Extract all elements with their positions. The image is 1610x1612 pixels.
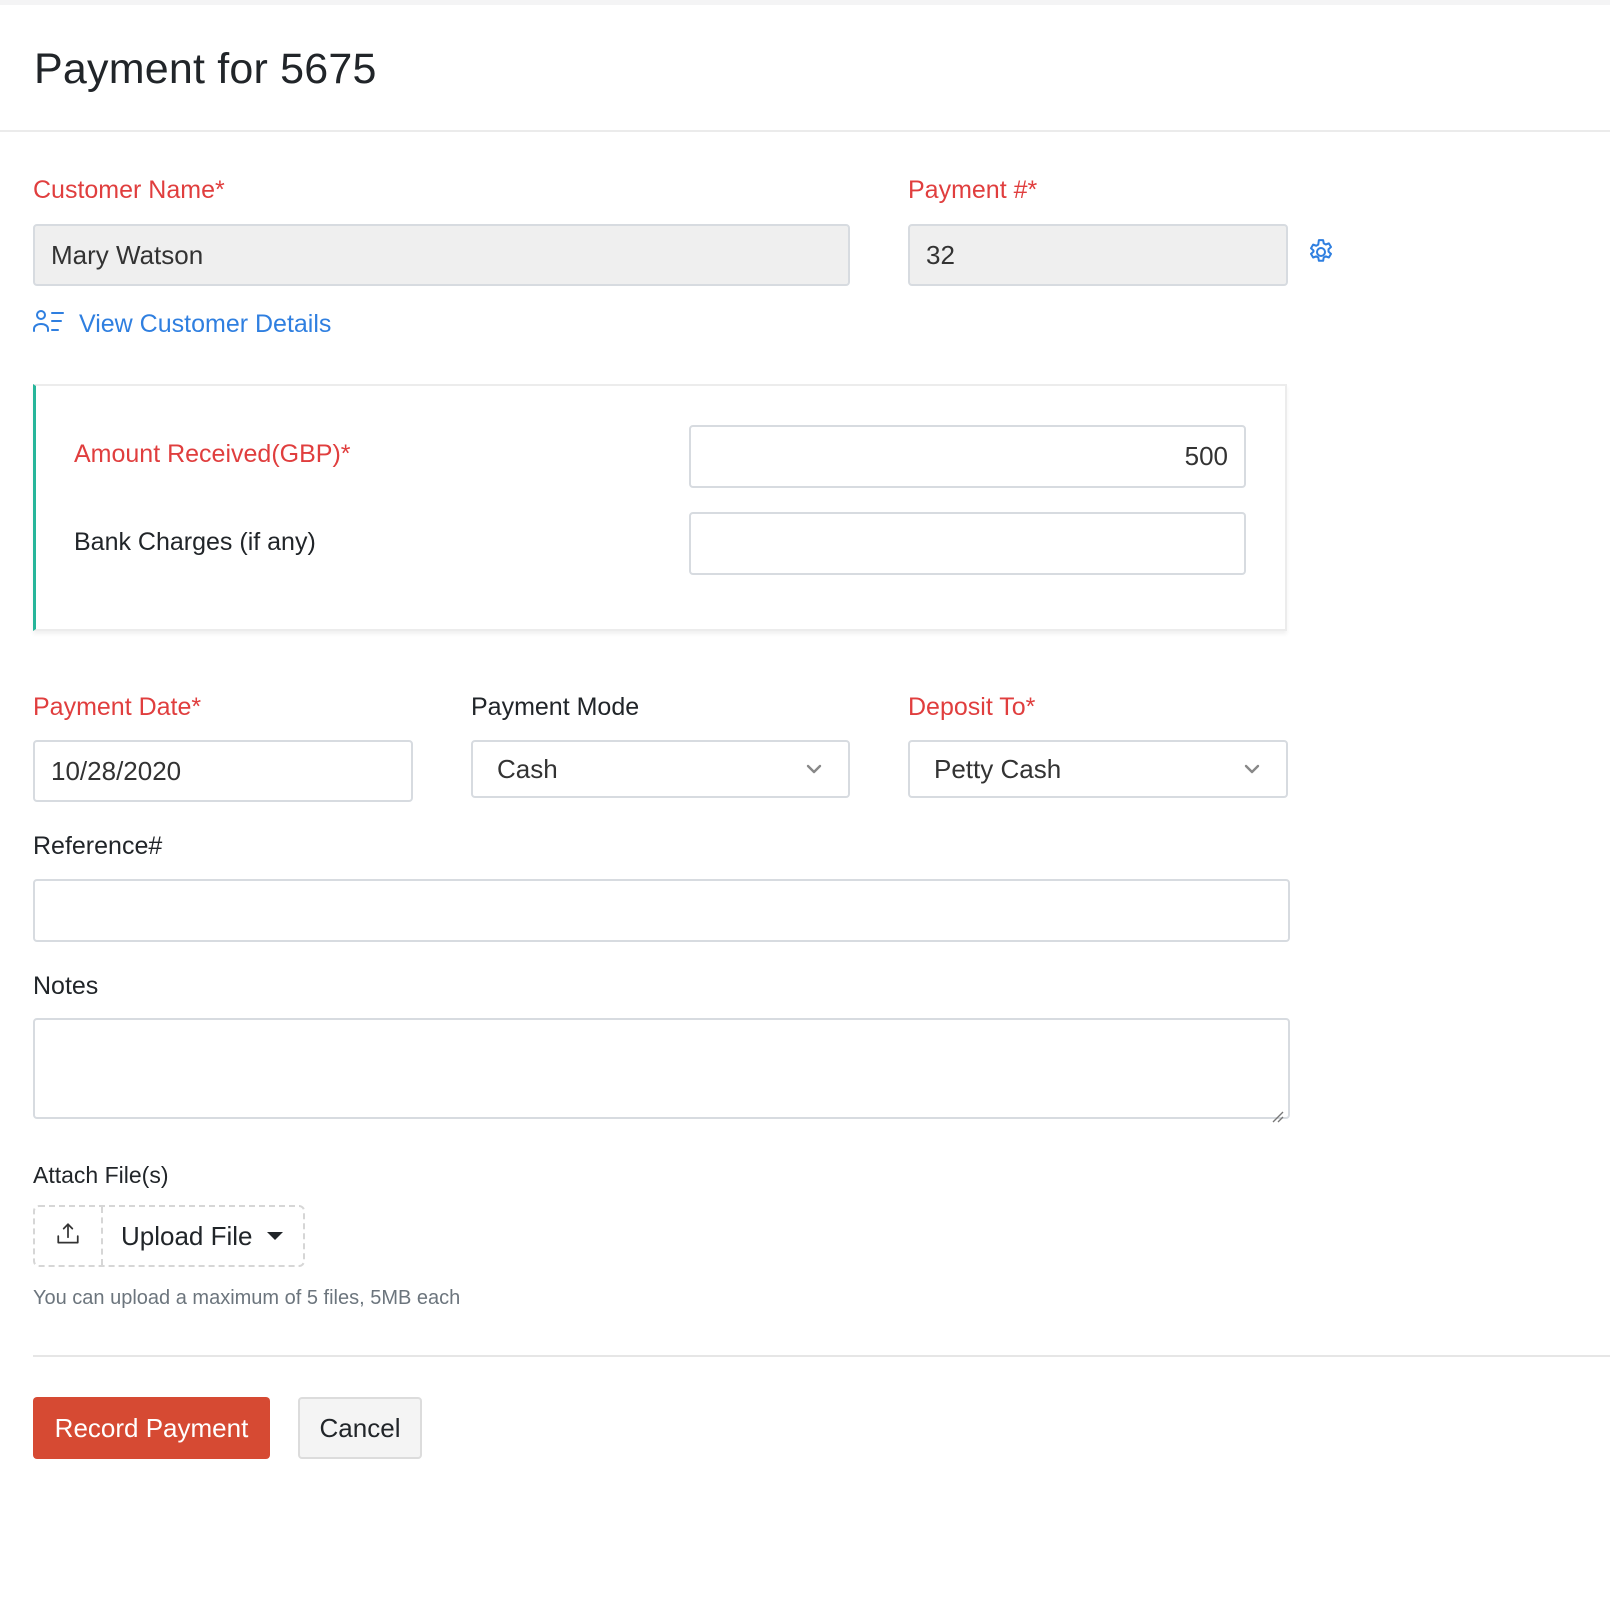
upload-file-control[interactable]: Upload File — [33, 1205, 305, 1267]
payment-date-value: 10/28/2020 — [51, 755, 182, 786]
view-customer-details-link[interactable]: View Customer Details — [33, 309, 331, 340]
payment-mode-select[interactable]: Cash — [471, 740, 850, 798]
chevron-down-icon — [804, 759, 824, 779]
chevron-down-icon — [1242, 759, 1262, 779]
reference-input[interactable] — [33, 879, 1290, 942]
reference-label: Reference# — [33, 832, 163, 860]
view-customer-details-label: View Customer Details — [79, 310, 332, 338]
upload-icon — [55, 1221, 81, 1252]
caret-down-icon — [266, 1232, 283, 1240]
amount-section: Amount Received(GBP)* 500 Bank Charges (… — [33, 384, 1287, 631]
notes-label: Notes — [33, 972, 99, 1000]
upload-file-label: Upload File — [121, 1220, 253, 1251]
amount-received-label: Amount Received(GBP)* — [74, 440, 351, 468]
payment-date-input[interactable]: 10/28/2020 — [33, 740, 413, 802]
resize-handle-icon[interactable] — [1270, 1099, 1284, 1123]
amount-received-input[interactable]: 500 — [689, 425, 1246, 488]
deposit-to-label: Deposit To* — [908, 693, 1036, 721]
customer-name-value: Mary Watson — [51, 239, 204, 270]
deposit-to-value: Petty Cash — [934, 753, 1062, 784]
upload-file-dropdown[interactable]: Upload File — [103, 1207, 303, 1265]
payment-date-label: Payment Date* — [33, 693, 202, 721]
page-header: Payment for 5675 — [0, 5, 1610, 132]
payment-number-value: 32 — [926, 239, 955, 270]
payment-number-label: Payment #* — [908, 176, 1038, 204]
footer-divider — [33, 1355, 1610, 1357]
bank-charges-input[interactable] — [689, 512, 1246, 575]
page-title: Payment for 5675 — [34, 45, 377, 93]
bank-charges-label: Bank Charges (if any) — [74, 528, 316, 556]
customer-name-label: Customer Name* — [33, 176, 225, 204]
payment-mode-label: Payment Mode — [471, 693, 640, 721]
customer-name-field[interactable]: Mary Watson — [33, 224, 850, 286]
attach-files-label: Attach File(s) — [33, 1162, 169, 1188]
notes-textarea[interactable] — [33, 1018, 1290, 1123]
payment-number-field[interactable]: 32 — [908, 224, 1288, 286]
customer-details-icon — [33, 309, 65, 340]
cancel-button[interactable]: Cancel — [298, 1397, 422, 1459]
upload-icon-button[interactable] — [35, 1207, 103, 1265]
gear-icon[interactable] — [1306, 237, 1336, 267]
amount-received-value: 500 — [1184, 441, 1228, 471]
payment-mode-value: Cash — [497, 753, 558, 784]
record-payment-button[interactable]: Record Payment — [33, 1397, 270, 1459]
deposit-to-select[interactable]: Petty Cash — [908, 740, 1288, 798]
upload-help-text: You can upload a maximum of 5 files, 5MB… — [33, 1287, 461, 1309]
